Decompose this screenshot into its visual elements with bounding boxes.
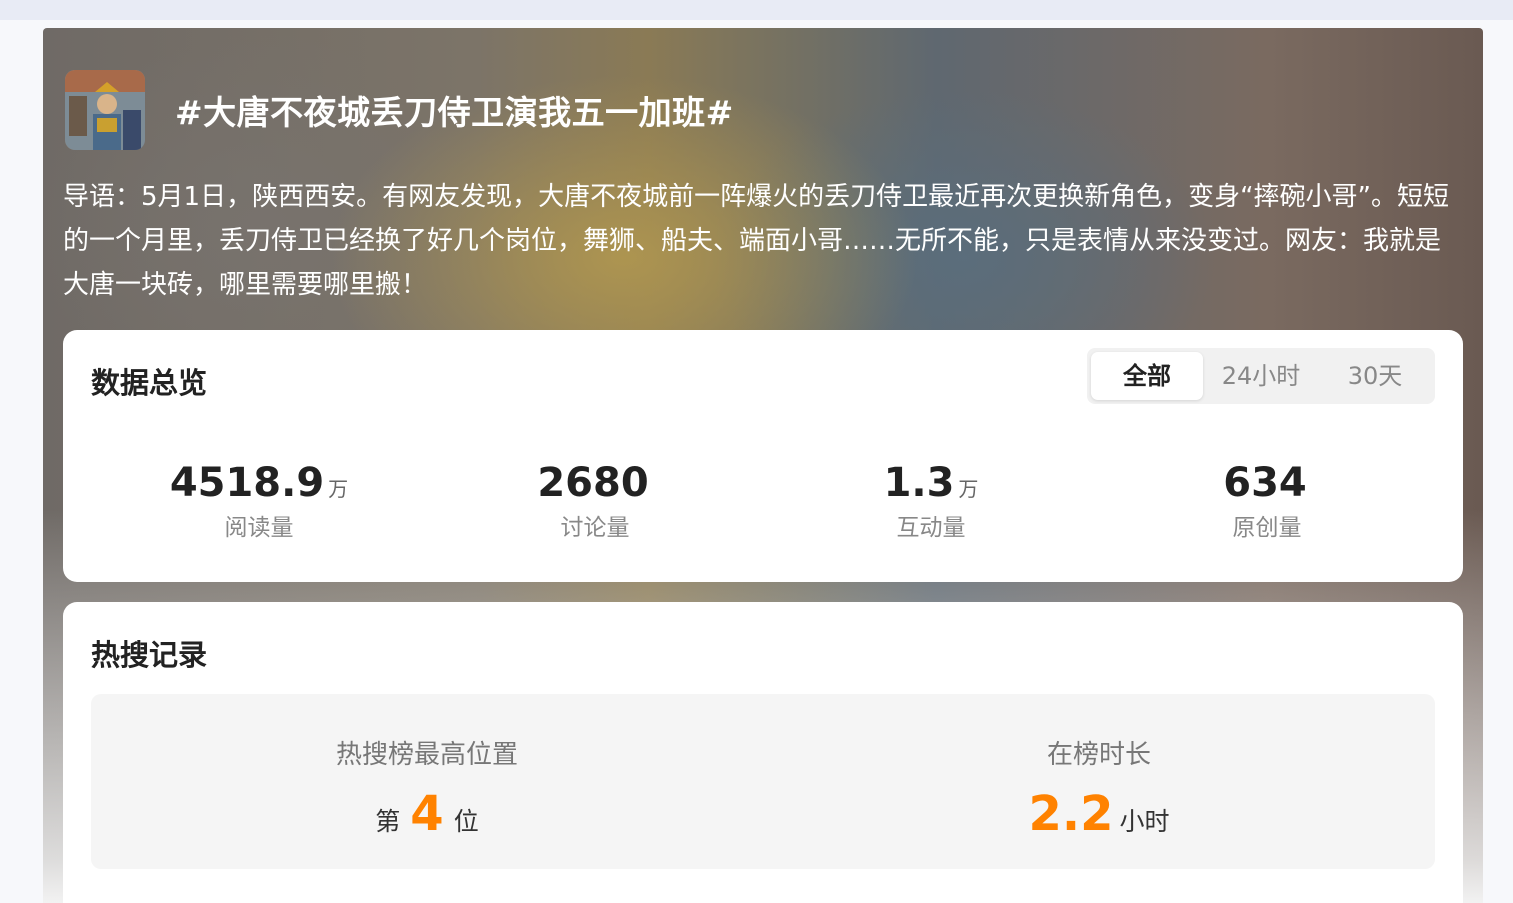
duration-block: 在榜时长 2.2 小时 — [763, 694, 1435, 869]
stat-label: 讨论量 — [560, 515, 630, 541]
stat-label: 原创量 — [1232, 515, 1302, 541]
stat-value: 4518.9 — [169, 460, 325, 506]
duration-number: 2.2 — [1028, 786, 1114, 842]
rank-prefix: 第 — [375, 807, 401, 836]
stat-unit: 万 — [958, 477, 979, 501]
duration-label: 在榜时长 — [1046, 740, 1151, 770]
stat-originals: 634 原创量 — [1099, 460, 1435, 542]
stat-interactions: 1.3 万 互动量 — [763, 460, 1099, 542]
stat-unit: 万 — [328, 477, 349, 501]
rank-suffix: 位 — [453, 807, 479, 836]
overview-title: 数据总览 — [91, 366, 208, 400]
data-overview-panel: 数据总览 全部 24小时 30天 4518.9 万 阅读量 2680 讨论量 1.… — [63, 330, 1463, 582]
stat-label: 互动量 — [896, 515, 966, 541]
stat-reads: 4518.9 万 阅读量 — [91, 460, 427, 542]
highest-rank-label: 热搜榜最高位置 — [335, 740, 518, 770]
topic-card: #大唐不夜城丢刀侍卫演我五一加班# 导语：5月1日，陕西西安。有网友发现，大唐不… — [43, 28, 1483, 903]
time-range-tabs: 全部 24小时 30天 — [1087, 348, 1435, 404]
topic-avatar[interactable] — [65, 70, 145, 150]
tab-24h[interactable]: 24小时 — [1205, 352, 1317, 400]
stat-value: 634 — [1223, 460, 1307, 506]
stat-value: 1.3 — [883, 460, 955, 506]
topic-title: #大唐不夜城丢刀侍卫演我五一加班# — [175, 93, 734, 132]
stat-discussions: 2680 讨论量 — [427, 460, 763, 542]
duration-value-line: 2.2 小时 — [763, 786, 1435, 842]
rank-number: 4 — [410, 786, 444, 842]
highest-rank-value-line: 第4位 — [91, 786, 763, 842]
hot-search-record-box: 热搜榜最高位置 第4位 在榜时长 2.2 小时 — [91, 694, 1435, 869]
hot-search-title: 热搜记录 — [91, 638, 208, 672]
stat-label: 阅读量 — [224, 515, 294, 541]
tab-all[interactable]: 全部 — [1091, 352, 1203, 400]
tab-30d[interactable]: 30天 — [1319, 352, 1431, 400]
duration-suffix: 小时 — [1119, 807, 1170, 836]
top-strip — [0, 0, 1513, 20]
avatar-image-icon — [65, 70, 145, 150]
highest-rank-block: 热搜榜最高位置 第4位 — [91, 694, 763, 869]
topic-intro: 导语：5月1日，陕西西安。有网友发现，大唐不夜城前一阵爆火的丢刀侍卫最近再次更换… — [63, 182, 1450, 300]
hot-search-panel: 热搜记录 热搜榜最高位置 第4位 在榜时长 2.2 小时 — [63, 602, 1463, 903]
stat-value: 2680 — [537, 460, 649, 506]
